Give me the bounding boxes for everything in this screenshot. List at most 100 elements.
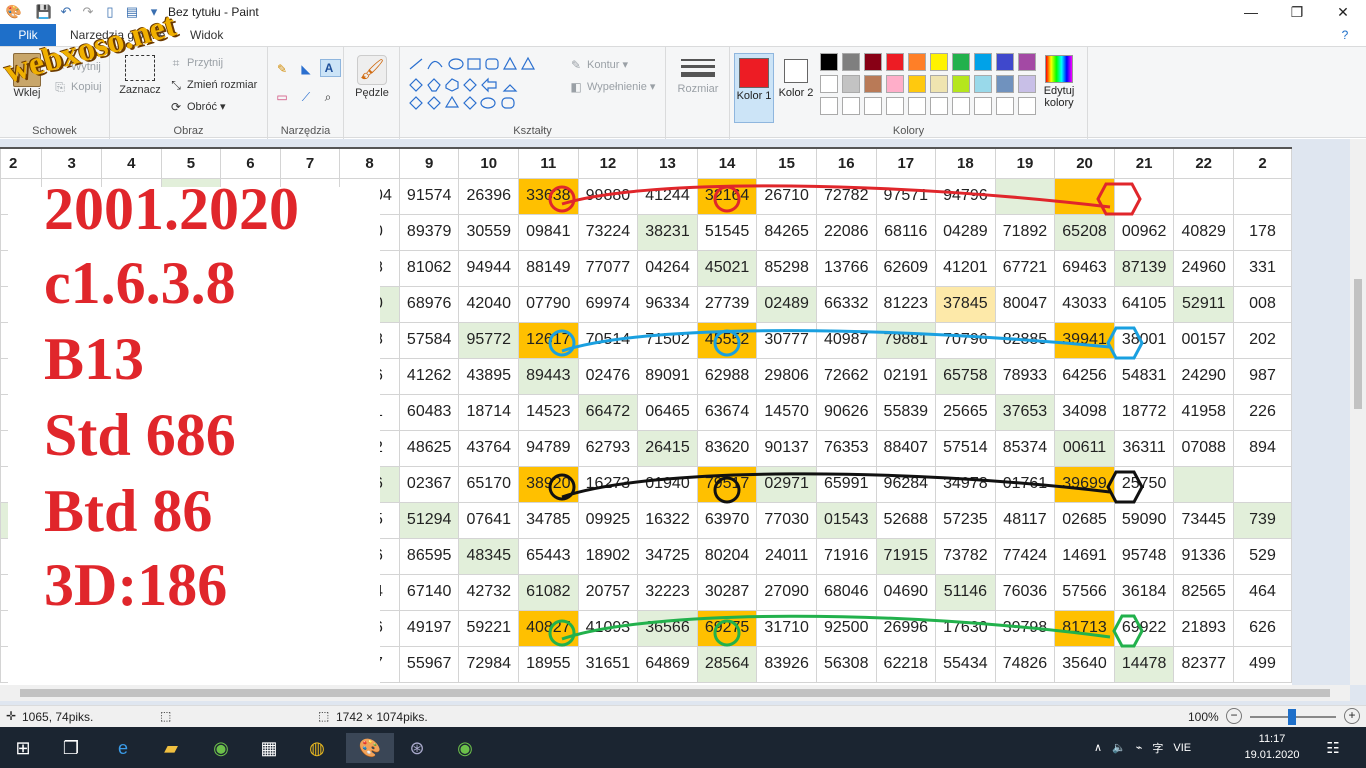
window-title: Bez tytułu - Paint <box>168 5 259 19</box>
outline-icon: ✎ <box>570 58 582 72</box>
file-explorer-icon[interactable]: ▰ <box>156 733 186 763</box>
green-curve <box>561 614 1111 641</box>
network-icon[interactable]: ⌁ <box>1136 741 1143 754</box>
palette-color[interactable] <box>996 53 1014 71</box>
save-icon[interactable]: 💾 <box>36 4 52 20</box>
magnifier-tool[interactable]: ⌕ <box>320 89 339 105</box>
select-button[interactable]: Zaznacz <box>118 55 162 96</box>
black-circle-1 <box>548 473 576 501</box>
task-view-icon[interactable]: ❐ <box>56 733 86 763</box>
canvas-area[interactable]: 2345678910111213141516171819202122260419… <box>0 139 1366 705</box>
rainbow-icon <box>1045 55 1073 83</box>
palette-empty-slot[interactable] <box>930 97 948 115</box>
palette-color[interactable] <box>886 53 904 71</box>
zoom-out-button[interactable]: − <box>1226 708 1242 724</box>
palette-color[interactable] <box>1018 75 1036 93</box>
minimize-button[interactable]: — <box>1228 0 1274 24</box>
fill-label: Wypełnienie <box>587 80 647 93</box>
size-button[interactable]: Rozmiar <box>674 55 722 95</box>
fill-tool[interactable]: ◣ <box>298 61 317 77</box>
pencil-tool[interactable]: ✎ <box>274 61 293 77</box>
palette-empty-slot[interactable] <box>908 97 926 115</box>
store-icon[interactable]: ▦ <box>254 733 284 763</box>
vertical-scroll-thumb[interactable] <box>1354 279 1362 409</box>
horizontal-scrollbar[interactable] <box>0 685 1350 701</box>
horizontal-scroll-thumb[interactable] <box>20 689 1330 697</box>
palette-color[interactable] <box>842 53 860 71</box>
rotate-button[interactable]: ⟳ Obróć ▾ <box>168 99 226 115</box>
volume-icon[interactable]: 🔈 <box>1112 741 1126 754</box>
color2-swatch <box>784 59 808 83</box>
palette-empty-slot[interactable] <box>996 97 1014 115</box>
palette-color[interactable] <box>820 75 838 93</box>
palette-empty-slot[interactable] <box>974 97 992 115</box>
palette-color[interactable] <box>952 53 970 71</box>
palette-color[interactable] <box>886 75 904 93</box>
copy-button[interactable]: ⎘ Kopiuj <box>52 79 101 95</box>
chrome-icon[interactable]: ◍ <box>302 733 332 763</box>
app-green-2-icon[interactable]: ◉ <box>450 733 480 763</box>
zoom-slider[interactable] <box>1250 709 1336 725</box>
outline-dropdown[interactable]: ✎ Kontur ▾ <box>568 57 628 73</box>
color1-button[interactable]: Kolor 1 <box>734 53 774 123</box>
brushes-button[interactable]: 🖌 Pędzle <box>350 55 394 99</box>
palette-empty-slot[interactable] <box>886 97 904 115</box>
clock[interactable]: 11:17 19.01.2020 <box>1240 731 1304 763</box>
vertical-scrollbar[interactable] <box>1350 139 1366 685</box>
paint-taskbar-icon[interactable]: 🎨 <box>346 733 394 763</box>
palette-color[interactable] <box>974 75 992 93</box>
canvas-image[interactable]: 2345678910111213141516171819202122260419… <box>0 147 1292 685</box>
line-width-icon <box>681 59 715 77</box>
palette-color[interactable] <box>864 53 882 71</box>
palette-color[interactable] <box>842 75 860 93</box>
notifications-icon[interactable]: ☷ <box>1318 733 1348 763</box>
shapes-group: ✎ Kontur ▾ ◧ Wypełnienie ▾ Kształty <box>400 47 666 139</box>
undo-icon[interactable]: ↶ <box>58 4 74 20</box>
close-button[interactable]: ✕ <box>1320 0 1366 24</box>
pencil-icon: ✎ <box>276 62 288 76</box>
resize-button[interactable]: ⤡ Zmień rozmiar <box>168 77 257 93</box>
palette-color[interactable] <box>908 53 926 71</box>
palette-color[interactable] <box>974 53 992 71</box>
palette-color[interactable] <box>930 75 948 93</box>
fill-dropdown[interactable]: ◧ Wypełnienie ▾ <box>568 79 655 95</box>
edge-icon[interactable]: e <box>108 733 138 763</box>
ime-icon[interactable]: 字 <box>1152 740 1163 756</box>
text-tool[interactable]: A <box>320 59 341 77</box>
palette-color[interactable] <box>864 75 882 93</box>
image-size-icon: ⬚ <box>318 709 330 723</box>
tab-view[interactable]: Widok <box>180 24 233 46</box>
palette-color[interactable] <box>930 53 948 71</box>
palette-empty-slot[interactable] <box>820 97 838 115</box>
palette-color[interactable] <box>952 75 970 93</box>
palette-empty-slot[interactable] <box>842 97 860 115</box>
language-indicator[interactable]: VIE <box>1173 742 1191 754</box>
palette-empty-slot[interactable] <box>864 97 882 115</box>
ribbon: Wklej ✂ Wytnij ⎘ Kopiuj Schowek Zaznacz ⌗ P… <box>0 46 1366 139</box>
maximize-button[interactable]: ❐ <box>1274 0 1320 24</box>
color2-button[interactable]: Kolor 2 <box>778 53 814 123</box>
network-app-icon[interactable]: ⊛ <box>402 733 432 763</box>
palette-color[interactable] <box>996 75 1014 93</box>
palette-empty-slot[interactable] <box>952 97 970 115</box>
new-file-icon[interactable]: ▯ <box>102 4 118 20</box>
palette-empty-slot[interactable] <box>1018 97 1036 115</box>
title-bar: 🎨 💾 ↶ ↷ ▯ ▤ ▾ Bez tytułu - Paint — ❐ ✕ <box>0 0 1366 24</box>
palette-color[interactable] <box>820 53 838 71</box>
crop-button[interactable]: ⌗ Przytnij <box>168 55 223 71</box>
palette-color[interactable] <box>908 75 926 93</box>
color-picker-tool[interactable]: ⟋ <box>298 89 317 105</box>
tray-chevron-icon[interactable]: ∧ <box>1094 741 1102 754</box>
eraser-tool[interactable]: ▭ <box>274 89 293 105</box>
app-green-icon[interactable]: ◉ <box>206 733 236 763</box>
select-label: Zaznacz <box>119 84 161 96</box>
palette-color[interactable] <box>1018 53 1036 71</box>
redo-icon[interactable]: ↷ <box>80 4 96 20</box>
zoom-in-button[interactable]: + <box>1344 708 1360 724</box>
edit-colors-button[interactable]: Edytuj kolory <box>1036 55 1082 109</box>
zoom-slider-thumb[interactable] <box>1288 709 1296 725</box>
help-icon[interactable]: ? <box>1330 24 1360 46</box>
clipboard-group-label: Schowek <box>32 125 77 137</box>
shapes-gallery[interactable] <box>406 55 556 115</box>
start-button[interactable]: ⊞ <box>8 733 38 763</box>
